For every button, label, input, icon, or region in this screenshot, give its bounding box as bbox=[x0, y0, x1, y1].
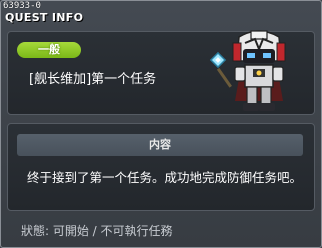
quest-id: 63933-0 bbox=[3, 1, 41, 11]
quest-category-badge: 一般 bbox=[17, 42, 81, 58]
quest-description: 终于接到了第一个任务。成功地完成防御任务吧。 bbox=[27, 170, 303, 185]
quest-name: [舰长维加]第一个任务 bbox=[29, 72, 157, 87]
content-section-header: 内容 bbox=[17, 134, 303, 156]
quest-status: 狀態: 可開始 / 不可執行任務 bbox=[21, 224, 173, 238]
robot-captain-npc-icon bbox=[209, 30, 286, 111]
window-title: QUEST INFO bbox=[5, 11, 84, 24]
quest-info-window: 63933-0 QUEST INFO 一般 [舰长维加]第一个任务 内容 终于接… bbox=[0, 0, 322, 248]
